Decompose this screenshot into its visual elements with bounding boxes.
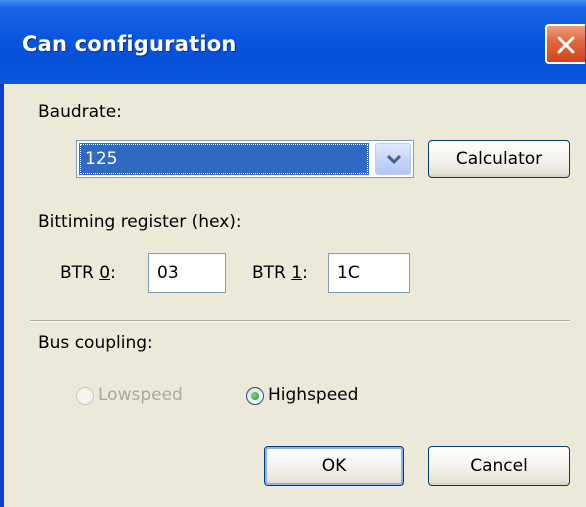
calculator-button-label: Calculator [455, 149, 543, 169]
title-bar[interactable]: Can configuration [0, 0, 586, 84]
close-button[interactable] [545, 24, 585, 64]
btr0-input[interactable]: 03 [148, 253, 226, 293]
baudrate-selected-value: 125 [79, 143, 369, 175]
lowspeed-label: Lowspeed [98, 385, 183, 405]
btr0-label: BTR 0: [60, 263, 116, 283]
ok-button-label: OK [321, 456, 347, 476]
baudrate-select[interactable]: 125 [76, 140, 414, 178]
divider [30, 320, 570, 322]
bus-coupling-label: Bus coupling: [38, 333, 153, 353]
lowspeed-radio[interactable] [76, 387, 94, 405]
radio-selected-dot [251, 392, 259, 400]
window-title: Can configuration [22, 32, 237, 56]
dropdown-button[interactable] [375, 143, 411, 175]
baudrate-label: Baudrate: [38, 102, 122, 122]
highspeed-radio[interactable] [246, 387, 264, 405]
window-border [0, 84, 4, 507]
cancel-button-label: Cancel [470, 456, 528, 476]
highspeed-label[interactable]: Highspeed [268, 385, 358, 405]
cancel-button[interactable]: Cancel [428, 446, 570, 486]
dialog-window: Can configuration Baudrate: 125 Calculat… [0, 0, 586, 507]
calculator-button[interactable]: Calculator [428, 140, 570, 178]
ok-button[interactable]: OK [264, 446, 404, 486]
btr1-label: BTR 1: [252, 263, 308, 283]
btr1-input[interactable]: 1C [328, 253, 410, 293]
bittiming-label: Bittiming register (hex): [38, 212, 242, 232]
